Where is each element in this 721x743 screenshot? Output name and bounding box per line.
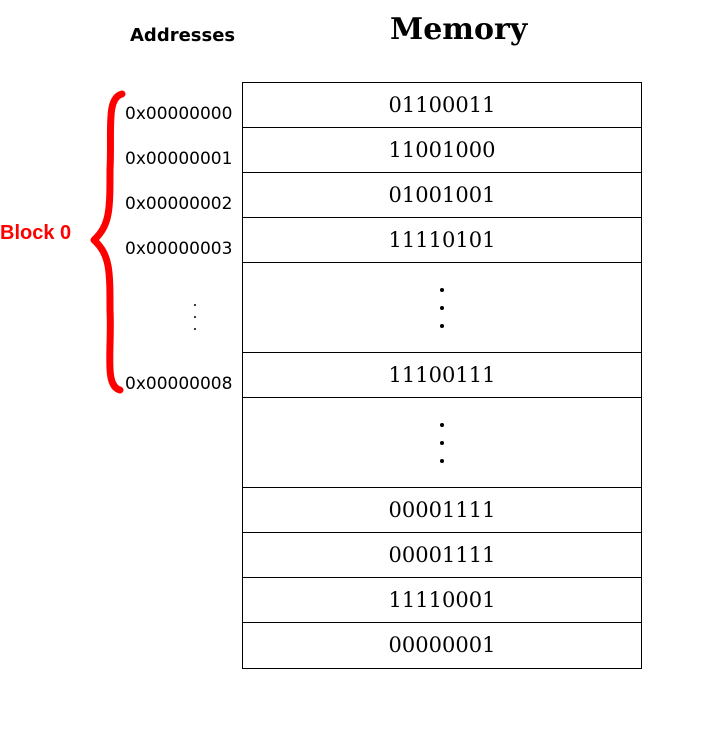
address-ellipsis bbox=[125, 272, 235, 362]
memory-cell: 00000001 bbox=[243, 623, 641, 668]
address-column: 0x00000000 0x00000001 0x00000002 0x00000… bbox=[125, 92, 235, 407]
addresses-heading: Addresses bbox=[130, 25, 235, 46]
memory-cell: 01100011 bbox=[243, 83, 641, 128]
memory-cell: 11110101 bbox=[243, 218, 641, 263]
address-cell: 0x00000008 bbox=[125, 362, 235, 407]
memory-ellipsis bbox=[243, 263, 641, 353]
memory-cell: 00001111 bbox=[243, 533, 641, 578]
memory-heading: Memory bbox=[390, 12, 527, 47]
block-label: Block 0 bbox=[0, 222, 71, 245]
brace-icon bbox=[88, 90, 128, 395]
memory-ellipsis bbox=[243, 398, 641, 488]
address-cell: 0x00000001 bbox=[125, 137, 235, 182]
address-cell: 0x00000002 bbox=[125, 182, 235, 227]
address-cell: 0x00000003 bbox=[125, 227, 235, 272]
memory-cell: 00001111 bbox=[243, 488, 641, 533]
memory-cell: 11110001 bbox=[243, 578, 641, 623]
memory-cell: 11001000 bbox=[243, 128, 641, 173]
memory-table: 01100011 11001000 01001001 11110101 1110… bbox=[242, 82, 642, 669]
memory-cell: 01001001 bbox=[243, 173, 641, 218]
memory-cell: 11100111 bbox=[243, 353, 641, 398]
address-cell: 0x00000000 bbox=[125, 92, 235, 137]
